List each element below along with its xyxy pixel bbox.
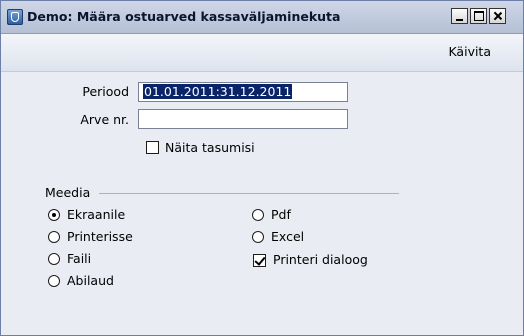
invoice-number-field[interactable] — [138, 109, 348, 129]
media-option-screen: Ekraanile — [67, 207, 126, 222]
window-title: Demo: Määra ostuarved kassaväljaminekuta — [27, 9, 341, 24]
app-icon[interactable] — [7, 9, 23, 25]
show-settlements-label: Näita tasumisi — [165, 140, 255, 155]
media-radio-file[interactable] — [48, 253, 60, 265]
show-settlements-checkbox[interactable] — [146, 141, 159, 154]
media-option-clipboard: Abilaud — [67, 273, 114, 288]
media-radio-pdf[interactable] — [252, 209, 264, 221]
media-radio-screen[interactable] — [48, 209, 60, 221]
media-section-label: Meedia — [45, 185, 91, 200]
form-area: Periood 01.01.2011:31.12.2011 Arve nr. N… — [1, 72, 523, 335]
media-radio-excel[interactable] — [252, 231, 264, 243]
maximize-button[interactable] — [470, 8, 487, 24]
media-option-printer: Printerisse — [67, 229, 133, 244]
period-field[interactable]: 01.01.2011:31.12.2011 — [138, 82, 348, 102]
period-label: Periood — [82, 84, 129, 99]
media-radio-printer[interactable] — [48, 231, 60, 243]
run-button[interactable]: Käivita — [448, 44, 491, 59]
minimize-button[interactable] — [451, 8, 468, 24]
media-radio-clipboard[interactable] — [48, 275, 60, 287]
media-option-pdf: Pdf — [271, 207, 291, 222]
toolbar: Käivita — [1, 34, 523, 72]
printer-dialog-checkbox[interactable] — [253, 254, 266, 267]
close-button[interactable] — [489, 8, 506, 24]
media-section-divider — [99, 193, 399, 194]
period-value: 01.01.2011:31.12.2011 — [143, 84, 293, 99]
report-window: Demo: Määra ostuarved kassaväljaminekuta… — [0, 0, 524, 336]
media-option-file: Faili — [67, 251, 92, 266]
media-option-excel: Excel — [271, 229, 305, 244]
printer-dialog-label: Printeri dialoog — [273, 252, 368, 267]
invoice-number-label: Arve nr. — [80, 112, 129, 127]
title-bar[interactable]: Demo: Määra ostuarved kassaväljaminekuta — [1, 1, 523, 34]
